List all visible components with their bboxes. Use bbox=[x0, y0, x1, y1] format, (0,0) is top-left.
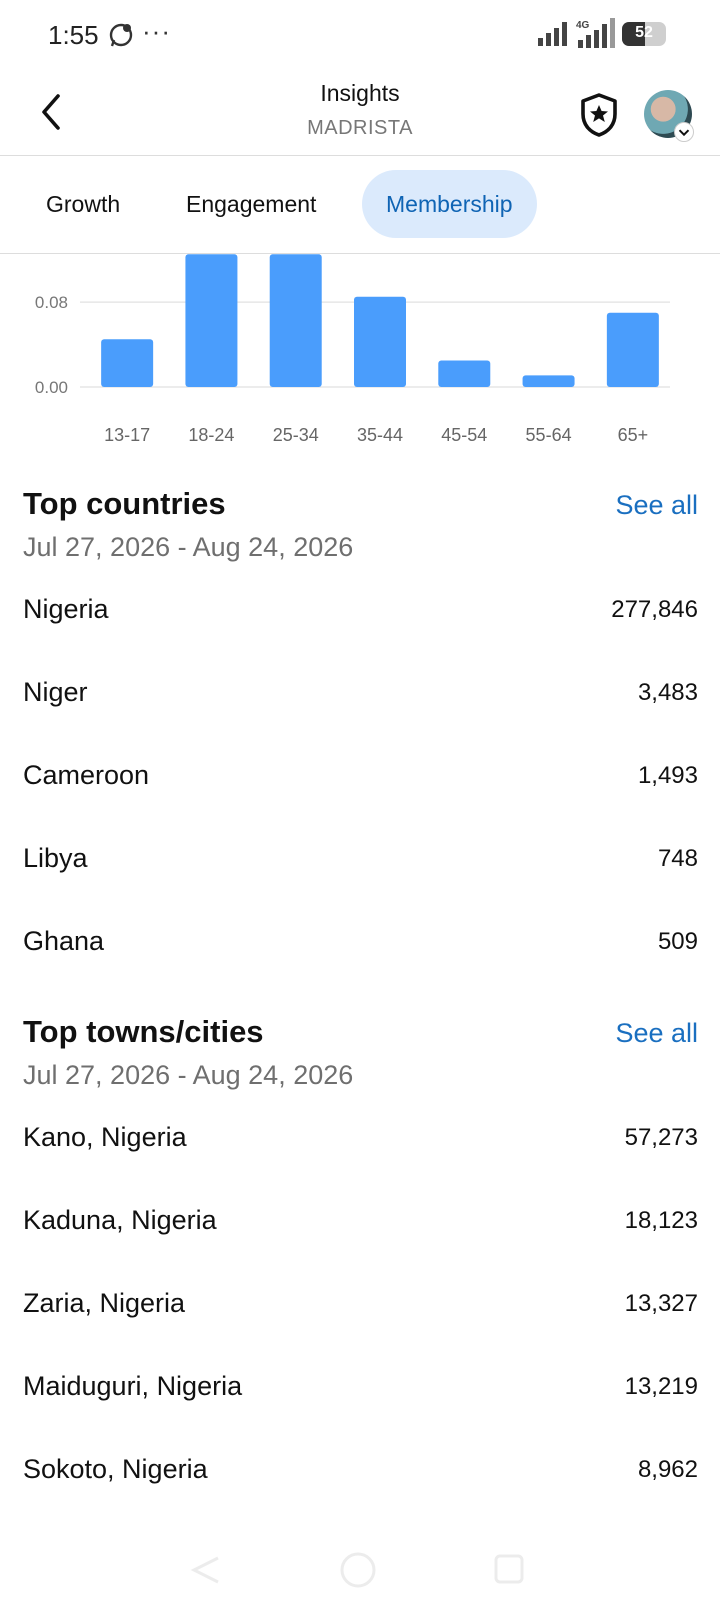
city-count: 8,962 bbox=[637, 1456, 698, 1483]
list-item: Kaduna, Nigeria 18,123 bbox=[0, 1205, 720, 1288]
city-count: 57,273 bbox=[624, 1124, 698, 1151]
tab-membership[interactable]: Membership bbox=[362, 170, 537, 238]
x-tick-label: 55-64 bbox=[526, 425, 572, 445]
whatsapp-icon bbox=[109, 23, 133, 47]
age-bar-chart: 0.08 0.00 13-17 18-24 25-34 35-44 45-54 55-64 65… bbox=[35, 254, 670, 445]
country-count: 3,483 bbox=[637, 679, 698, 706]
nav-home-icon bbox=[340, 1552, 376, 1588]
bar-18-24 bbox=[185, 254, 238, 387]
lte-signal-icon: 4G bbox=[576, 18, 615, 48]
country-name: Ghana bbox=[23, 926, 105, 956]
country-count: 1,493 bbox=[637, 762, 698, 789]
section-title: Top countries bbox=[23, 486, 226, 521]
country-count: 509 bbox=[657, 928, 698, 955]
top-app-bar: Insights MADRISTA bbox=[0, 70, 720, 156]
shield-star-icon[interactable] bbox=[578, 92, 620, 138]
x-tick-label: 45-54 bbox=[441, 425, 487, 445]
top-countries-section: Top countries See all Jul 27, 2026 - Aug… bbox=[0, 486, 720, 986]
top-cities-section: Top towns/cities See all Jul 27, 2026 - … bbox=[0, 1014, 720, 1514]
chevron-down-icon[interactable] bbox=[674, 122, 694, 142]
see-all-cities-link[interactable]: See all bbox=[615, 1018, 698, 1049]
city-name: Kaduna, Nigeria bbox=[23, 1205, 217, 1235]
country-name: Niger bbox=[23, 677, 88, 707]
list-item: Libya 748 bbox=[0, 843, 720, 926]
tab-engagement[interactable]: Engagement bbox=[162, 170, 340, 238]
y-tick-label: 0.08 bbox=[35, 293, 68, 312]
list-item: Niger 3,483 bbox=[0, 677, 720, 760]
city-name: Maiduguri, Nigeria bbox=[23, 1371, 243, 1401]
nav-back-icon bbox=[190, 1556, 219, 1584]
date-range: Jul 27, 2026 - Aug 24, 2026 bbox=[23, 532, 354, 562]
system-nav-bar bbox=[190, 1552, 524, 1588]
bar-65+ bbox=[606, 312, 659, 387]
list-item: Ghana 509 bbox=[0, 926, 720, 1009]
country-count: 277,846 bbox=[611, 596, 698, 623]
city-name: Kano, Nigeria bbox=[23, 1122, 187, 1152]
bar-45-54 bbox=[438, 360, 491, 387]
section-title: Top towns/cities bbox=[23, 1014, 264, 1049]
country-name: Cameroon bbox=[23, 760, 150, 790]
tab-bar: Growth Engagement Membership bbox=[0, 158, 720, 254]
city-name: Zaria, Nigeria bbox=[23, 1288, 186, 1318]
network-type-label: 4G bbox=[576, 20, 590, 31]
country-name: Nigeria bbox=[23, 594, 109, 624]
bar-55-64 bbox=[522, 375, 575, 387]
x-tick-label: 18-24 bbox=[188, 425, 234, 445]
date-range: Jul 27, 2026 - Aug 24, 2026 bbox=[23, 1060, 354, 1090]
list-item: Cameroon 1,493 bbox=[0, 760, 720, 843]
y-tick-label: 0.00 bbox=[35, 378, 68, 397]
city-count: 13,327 bbox=[624, 1290, 698, 1317]
list-item: Kano, Nigeria 57,273 bbox=[0, 1122, 720, 1205]
bar-25-34 bbox=[269, 254, 322, 387]
signal-icon bbox=[538, 22, 567, 46]
city-name: Sokoto, Nigeria bbox=[23, 1454, 208, 1484]
x-tick-label: 25-34 bbox=[273, 425, 319, 445]
nav-recents-icon bbox=[494, 1554, 524, 1584]
tab-growth[interactable]: Growth bbox=[22, 170, 144, 238]
city-count: 13,219 bbox=[624, 1373, 698, 1400]
x-tick-label: 13-17 bbox=[104, 425, 150, 445]
list-item: Nigeria 277,846 bbox=[0, 594, 720, 677]
more-notifications-icon: ··· bbox=[142, 16, 171, 46]
status-bar: 1:55 ··· 4G 52 bbox=[0, 0, 720, 70]
x-tick-label: 35-44 bbox=[357, 425, 403, 445]
bar-35-44 bbox=[354, 296, 406, 387]
country-count: 748 bbox=[657, 845, 698, 872]
list-item: Maiduguri, Nigeria 13,219 bbox=[0, 1371, 720, 1454]
x-tick-label: 65+ bbox=[618, 425, 649, 445]
battery-icon: 52 bbox=[622, 22, 666, 46]
country-name: Libya bbox=[23, 843, 88, 873]
see-all-countries-link[interactable]: See all bbox=[615, 490, 698, 521]
battery-percent: 52 bbox=[635, 24, 653, 41]
bar-13-17 bbox=[101, 339, 154, 387]
city-count: 18,123 bbox=[624, 1207, 698, 1234]
list-item: Zaria, Nigeria 13,327 bbox=[0, 1288, 720, 1371]
status-time: 1:55 bbox=[48, 20, 99, 50]
